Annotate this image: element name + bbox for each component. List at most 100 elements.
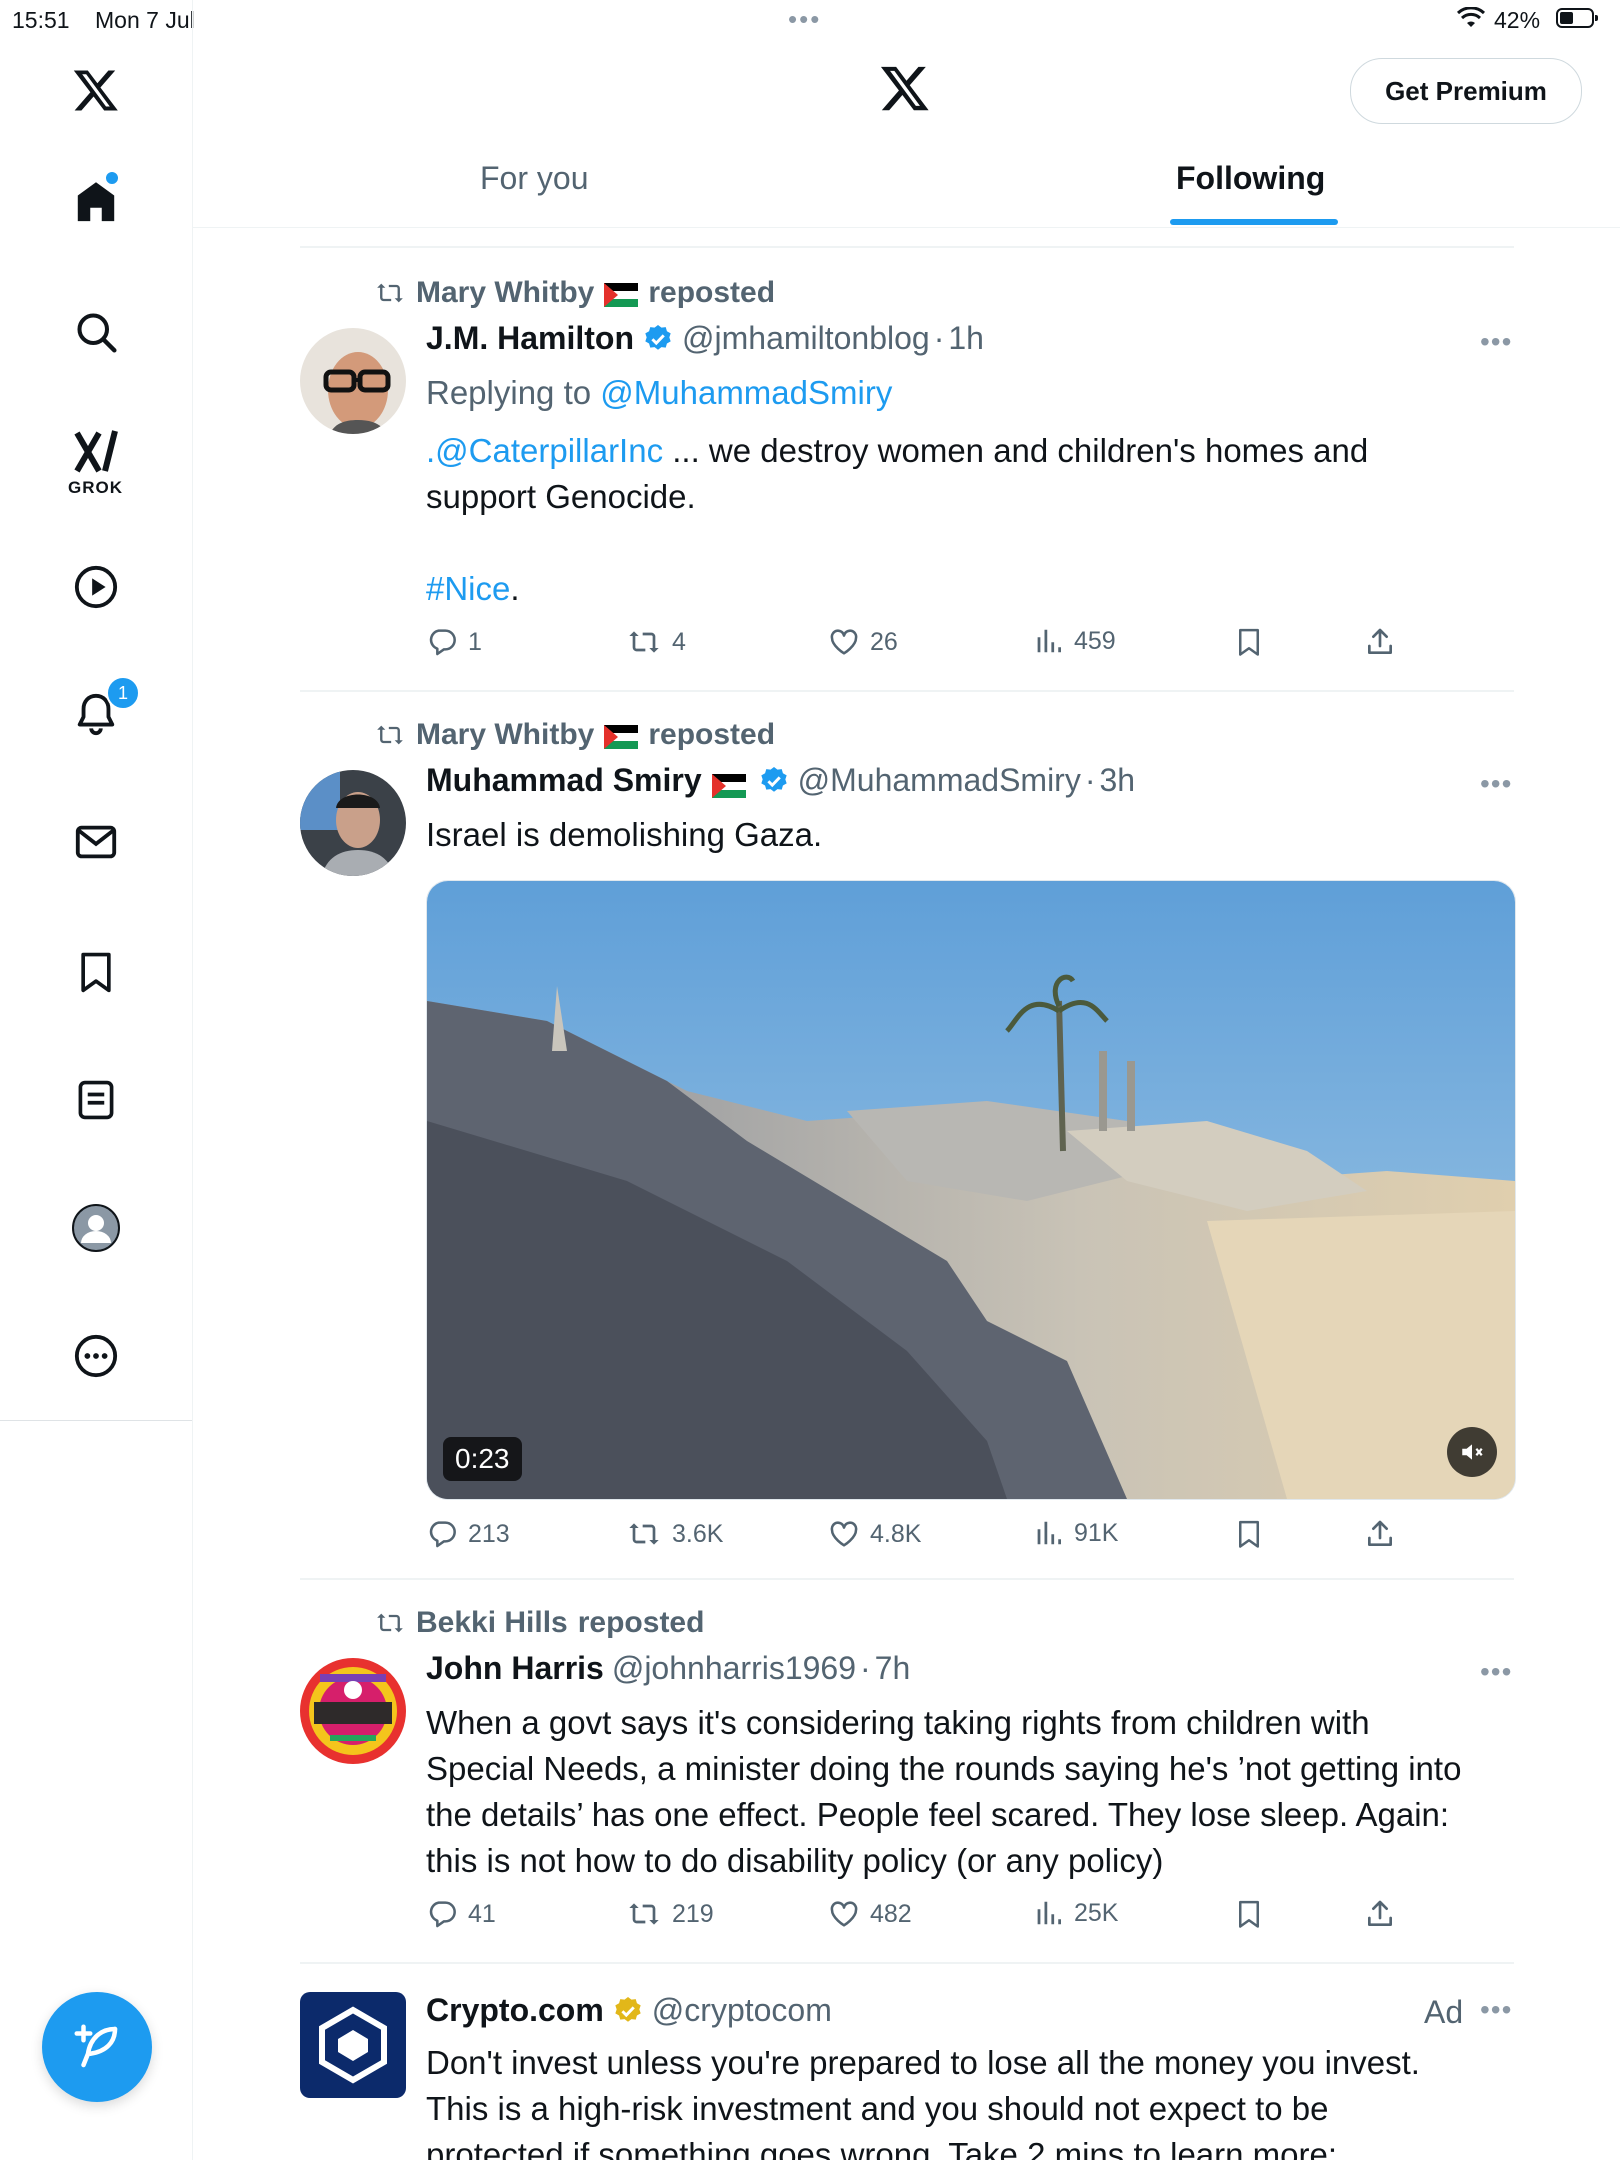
bookmark-icon — [1239, 1900, 1259, 1928]
author-handle[interactable]: @jmhamiltonblog — [682, 320, 930, 357]
reply-icon — [429, 629, 456, 656]
grok-label: GROK — [68, 478, 123, 497]
repost-count: 4 — [672, 627, 686, 656]
avatar[interactable] — [300, 328, 406, 434]
sidebar-bottom-divider — [0, 1420, 192, 1421]
views-button[interactable]: 91K — [1034, 1518, 1118, 1548]
repost-button[interactable]: 4 — [626, 626, 686, 658]
repost-context: Bekki Hills reposted — [374, 1606, 704, 1640]
avatar[interactable] — [300, 1658, 406, 1764]
repost-button[interactable]: 3.6K — [626, 1518, 723, 1550]
repost-icon — [629, 631, 659, 653]
multitask-dots[interactable]: ••• — [788, 4, 821, 35]
post-text: When a govt says it's considering taking… — [426, 1700, 1506, 1884]
post-time[interactable]: 3h — [1099, 762, 1135, 799]
heart-icon — [830, 629, 858, 655]
video-play-icon[interactable] — [64, 555, 128, 619]
home-icon[interactable] — [64, 170, 128, 234]
x-logo-icon[interactable] — [64, 58, 128, 122]
bookmark-icon — [1239, 628, 1259, 656]
views-count: 459 — [1074, 626, 1116, 655]
more-options-icon[interactable] — [64, 1324, 128, 1388]
post-more-icon[interactable]: ••• — [1480, 1656, 1512, 1688]
tab-for-you[interactable]: For you — [480, 160, 588, 197]
header-x-logo-icon[interactable] — [878, 62, 932, 119]
grok-icon[interactable] — [64, 420, 128, 484]
compose-post-button[interactable] — [42, 1992, 152, 2102]
author-name[interactable]: J.M. Hamilton — [426, 320, 634, 357]
repost-context: Mary Whitby reposted — [374, 276, 775, 310]
post-author-line: Muhammad Smiry @MuhammadSmiry · 3h — [426, 762, 1136, 799]
bookmark-button[interactable] — [1234, 1518, 1264, 1550]
reply-button[interactable]: 213 — [426, 1518, 510, 1550]
profile-avatar-icon[interactable] — [64, 1196, 128, 1260]
repost-by-name[interactable]: Mary Whitby — [416, 276, 594, 310]
replying-to-handle[interactable]: @MuhammadSmiry — [600, 374, 892, 411]
like-button[interactable]: 4.8K — [828, 1518, 921, 1550]
views-count: 25K — [1074, 1898, 1119, 1927]
share-button[interactable] — [1364, 1898, 1396, 1930]
post-time[interactable]: 1h — [948, 320, 984, 357]
replying-prefix: Replying to — [426, 374, 601, 411]
hashtag-suffix: . — [510, 570, 520, 607]
share-button[interactable] — [1364, 626, 1396, 658]
post-jm-hamilton[interactable]: Mary Whitby reposted J.M. Hamilton @jmha… — [300, 248, 1514, 688]
notifications-bell-icon[interactable]: 1 — [64, 676, 140, 746]
post-text-line: support Genocide. — [426, 478, 696, 515]
bookmark-button[interactable] — [1234, 626, 1264, 658]
video-frame-image — [427, 881, 1515, 1499]
avatar[interactable] — [300, 770, 406, 876]
post-john-harris[interactable]: Bekki Hills reposted John Harris @johnha… — [300, 1580, 1514, 1960]
post-author-line: John Harris @johnharris1969 · 7h — [426, 1650, 911, 1687]
like-button[interactable]: 26 — [828, 626, 898, 658]
post-actions: 1 4 26 459 — [426, 626, 1514, 670]
post-crypto-ad[interactable]: Crypto.com @cryptocom Ad ••• Don't inves… — [300, 1964, 1514, 2160]
author-name[interactable]: Muhammad Smiry — [426, 762, 702, 799]
post-text-line: protected if something goes wrong. Take … — [426, 2136, 1338, 2160]
post-more-icon[interactable]: ••• — [1480, 1994, 1512, 2026]
repost-icon — [377, 725, 403, 745]
post-time[interactable]: 7h — [875, 1650, 911, 1687]
reply-button[interactable]: 41 — [426, 1898, 496, 1930]
repost-icon — [629, 1903, 659, 1925]
bookmark-icon — [1239, 1520, 1259, 1548]
repost-button[interactable]: 219 — [626, 1898, 714, 1930]
tab-following[interactable]: Following — [1176, 160, 1325, 197]
like-button[interactable]: 482 — [828, 1898, 912, 1930]
post-more-icon[interactable]: ••• — [1480, 326, 1512, 358]
search-icon[interactable] — [64, 300, 128, 364]
sidebar-divider — [192, 0, 193, 2160]
author-handle[interactable]: @cryptocom — [652, 1992, 832, 2029]
bookmark-button[interactable] — [1234, 1898, 1264, 1930]
author-name[interactable]: Crypto.com — [426, 1992, 604, 2029]
reply-icon — [429, 1901, 456, 1928]
mute-button[interactable] — [1447, 1427, 1497, 1477]
hashtag-link[interactable]: #Nice — [426, 570, 510, 607]
messages-mail-icon[interactable] — [64, 810, 128, 874]
author-name[interactable]: John Harris — [426, 1650, 604, 1687]
reply-button[interactable]: 1 — [426, 626, 482, 658]
repost-by-name[interactable]: Bekki Hills — [416, 1606, 568, 1640]
views-button[interactable]: 459 — [1034, 626, 1116, 656]
share-button[interactable] — [1364, 1518, 1396, 1550]
bookmarks-icon[interactable] — [64, 940, 128, 1004]
mention-link[interactable]: .@CaterpillarInc — [426, 432, 663, 469]
post-text-line: This is a high-risk investment and you s… — [426, 2090, 1329, 2127]
status-bar: 15:51 Mon 7 Jul ••• 42% — [0, 0, 1620, 40]
repost-by-name[interactable]: Mary Whitby — [416, 718, 594, 752]
video-player[interactable]: 0:23 — [426, 880, 1516, 1500]
author-handle[interactable]: @johnharris1969 — [612, 1650, 856, 1687]
like-count: 4.8K — [870, 1519, 922, 1548]
get-premium-button[interactable]: Get Premium — [1350, 58, 1582, 124]
repost-context: Mary Whitby reposted — [374, 718, 775, 752]
battery-percent: 42% — [1494, 7, 1541, 33]
views-button[interactable]: 25K — [1034, 1898, 1118, 1928]
active-tab-indicator — [1170, 219, 1338, 225]
repost-count: 219 — [672, 1899, 714, 1928]
post-text: .@CaterpillarInc ... we destroy women an… — [426, 428, 1486, 612]
crypto-logo-avatar[interactable] — [300, 1992, 406, 2098]
lists-icon[interactable] — [64, 1068, 128, 1132]
post-text-line: Don't invest unless you're prepared to l… — [426, 2044, 1420, 2081]
author-handle[interactable]: @MuhammadSmiry — [798, 762, 1081, 799]
post-more-icon[interactable]: ••• — [1480, 768, 1512, 800]
